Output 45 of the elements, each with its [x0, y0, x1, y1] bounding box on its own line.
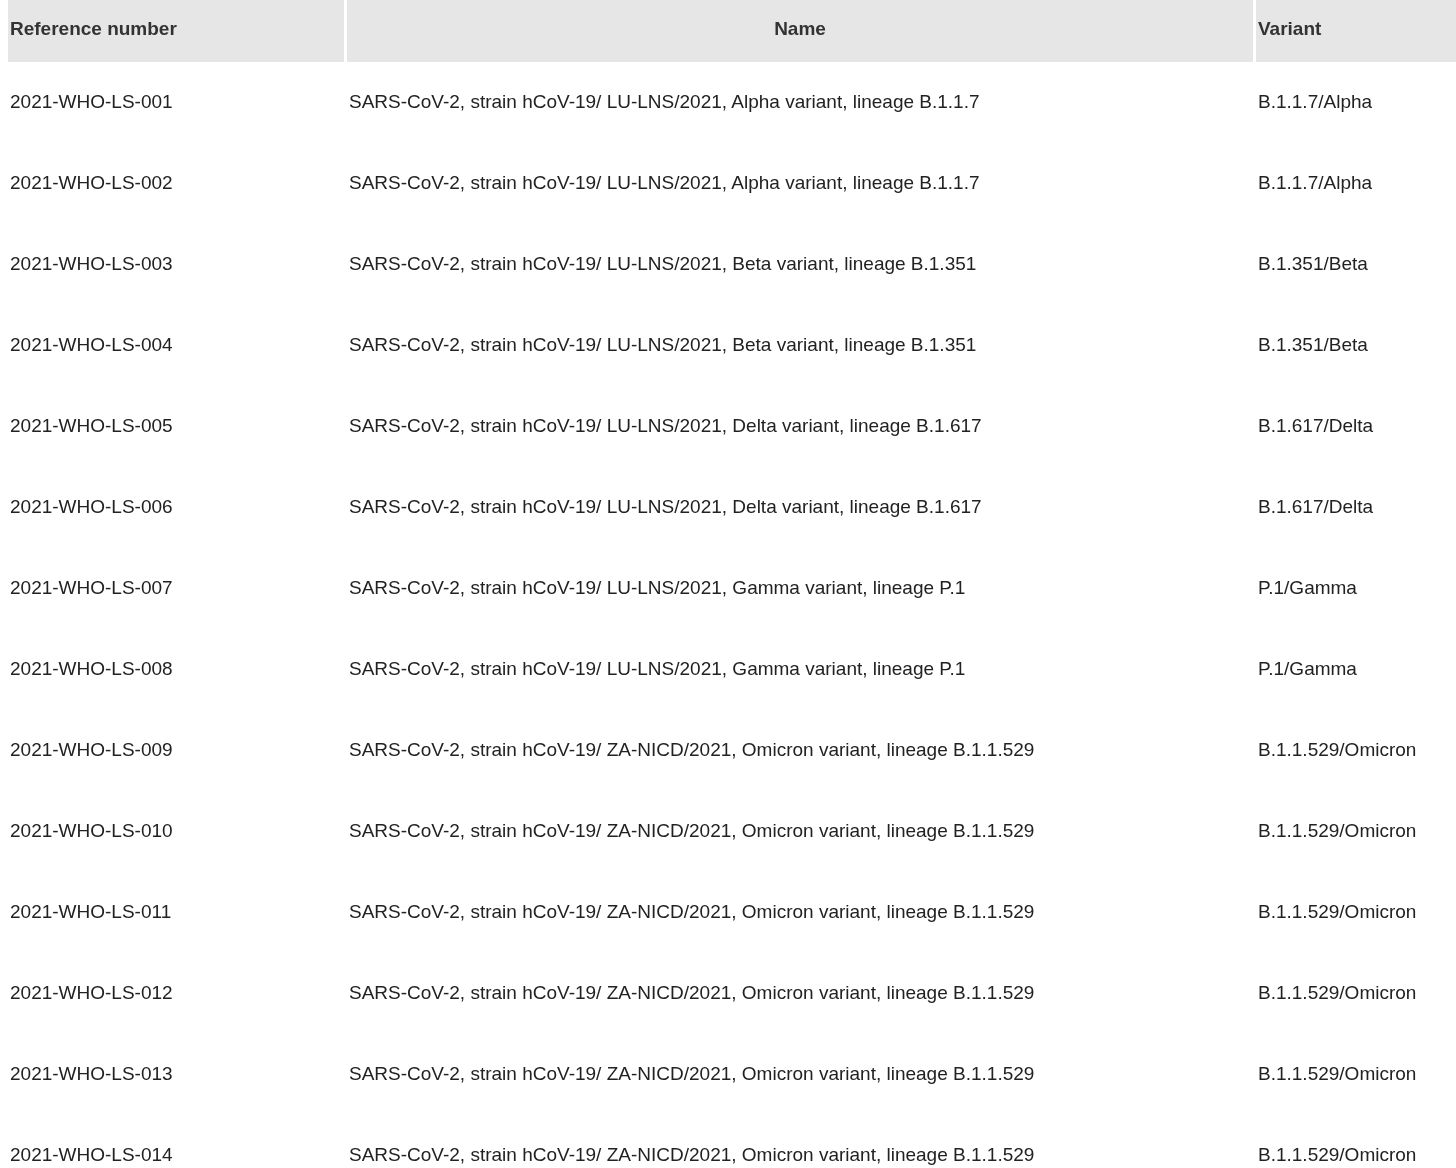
table-cell-text: B.1.1.529/Omicron: [1257, 1062, 1418, 1087]
table-cell-text: B.1.351/Beta: [1257, 333, 1369, 358]
table-cell-text: 2021-WHO-LS-009: [9, 738, 174, 763]
table-cell-text: 2021-WHO-LS-008: [9, 657, 174, 682]
table-cell-text: SARS-CoV-2, strain hCoV-19/ LU-LNS/2021, Beta variant, lineage B.1.351: [348, 333, 978, 358]
table-cell-text: SARS-CoV-2, strain hCoV-19/ ZA-NICD/2021, Omicron variant, lineage B.1.1.529: [348, 1062, 1036, 1087]
table-cell-text: SARS-CoV-2, strain hCoV-19/ ZA-NICD/2021, Omicron variant, lineage B.1.1.529: [348, 819, 1036, 844]
table-cell-text: B.1.617/Delta: [1257, 495, 1375, 520]
table-cell-text: 2021-WHO-LS-004: [9, 333, 174, 358]
table-cell-text: B.1.1.7/Alpha: [1257, 90, 1374, 115]
table-cell-text: SARS-CoV-2, strain hCoV-19/ ZA-NICD/2021, Omicron variant, lineage B.1.1.529: [348, 738, 1036, 763]
table-cell-text: 2021-WHO-LS-007: [9, 576, 174, 601]
table-cell-text: 2021-WHO-LS-011: [9, 900, 173, 925]
table-cell-text: SARS-CoV-2, strain hCoV-19/ LU-LNS/2021, Gamma variant, lineage P.1: [348, 576, 967, 601]
table-cell-text: 2021-WHO-LS-006: [9, 495, 174, 520]
table-cell-text: B.1.1.529/Omicron: [1257, 738, 1418, 763]
table-cell-text: B.1.1.529/Omicron: [1257, 819, 1418, 844]
table-cell-text: P.1/Gamma: [1257, 576, 1358, 601]
table-cell-text: SARS-CoV-2, strain hCoV-19/ LU-LNS/2021, Alpha variant, lineage B.1.1.7: [348, 171, 981, 196]
table-cell-text: B.1.1.529/Omicron: [1257, 900, 1418, 925]
table-cell-text: P.1/Gamma: [1257, 657, 1358, 682]
table-cell-text: SARS-CoV-2, strain hCoV-19/ LU-LNS/2021, Gamma variant, lineage P.1: [348, 657, 967, 682]
table-cell-text: SARS-CoV-2, strain hCoV-19/ ZA-NICD/2021, Omicron variant, lineage B.1.1.529: [348, 1143, 1036, 1168]
column-header: Reference number: [8, 0, 344, 62]
table-cell-text: SARS-CoV-2, strain hCoV-19/ ZA-NICD/2021, Omicron variant, lineage B.1.1.529: [348, 900, 1036, 925]
table-cell-text: SARS-CoV-2, strain hCoV-19/ LU-LNS/2021, Delta variant, lineage B.1.617: [348, 495, 983, 520]
table-cell-text: B.1.1.7/Alpha: [1257, 171, 1374, 196]
table-cell-text: 2021-WHO-LS-013: [9, 1062, 174, 1087]
table-cell-text: 2021-WHO-LS-001: [9, 90, 174, 115]
table-cell-text: B.1.617/Delta: [1257, 414, 1375, 439]
table-cell-text: 2021-WHO-LS-010: [9, 819, 174, 844]
table-cell-text: 2021-WHO-LS-012: [9, 981, 174, 1006]
table-cell-text: B.1.1.529/Omicron: [1257, 981, 1418, 1006]
table-cell-text: 2021-WHO-LS-003: [9, 252, 174, 277]
table-cell-text: SARS-CoV-2, strain hCoV-19/ LU-LNS/2021, Alpha variant, lineage B.1.1.7: [348, 90, 981, 115]
table-cell-text: B.1.351/Beta: [1257, 252, 1369, 277]
column-header: Variant: [1256, 0, 1456, 62]
table-cell-text: 2021-WHO-LS-002: [9, 171, 174, 196]
table-cell-text: SARS-CoV-2, strain hCoV-19/ ZA-NICD/2021, Omicron variant, lineage B.1.1.529: [348, 981, 1036, 1006]
table-cell-text: 2021-WHO-LS-014: [9, 1143, 174, 1168]
table-cell-text: SARS-CoV-2, strain hCoV-19/ LU-LNS/2021, Beta variant, lineage B.1.351: [348, 252, 978, 277]
column-header: Name: [347, 0, 1253, 62]
table-cell-text: 2021-WHO-LS-005: [9, 414, 174, 439]
table-cell-text: B.1.1.529/Omicron: [1257, 1143, 1418, 1168]
table-cell-text: SARS-CoV-2, strain hCoV-19/ LU-LNS/2021, Delta variant, lineage B.1.617: [348, 414, 983, 439]
